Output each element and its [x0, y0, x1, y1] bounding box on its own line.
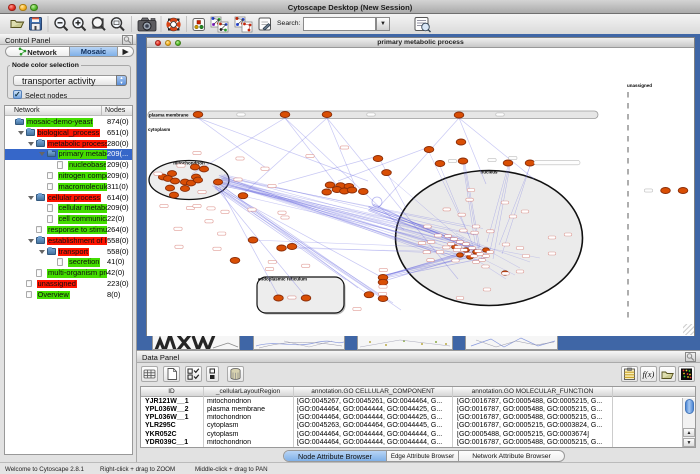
- svg-text:plasma membrane: plasma membrane: [149, 113, 189, 118]
- svg-text:endoplasmic reticulum: endoplasmic reticulum: [258, 277, 307, 282]
- svg-text:cytoplasm: cytoplasm: [148, 127, 170, 132]
- svg-text:f(x): f(x): [643, 369, 655, 379]
- svg-text:nucleus: nucleus: [480, 170, 498, 175]
- svg-text:unassigned: unassigned: [627, 83, 652, 88]
